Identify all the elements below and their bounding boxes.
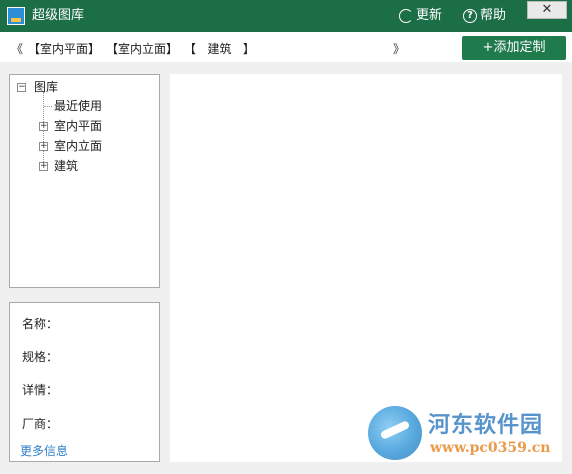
- expand-icon[interactable]: +: [39, 142, 48, 151]
- tree-item-indoor-elevation[interactable]: 室内立面: [54, 139, 102, 153]
- watermark-brand: 河东软件园: [428, 412, 544, 438]
- refresh-button[interactable]: 更新: [399, 7, 442, 25]
- tab-indoor-elevation[interactable]: 【室内立面】: [106, 40, 178, 57]
- vendor-label: 厂商：: [22, 417, 59, 431]
- collapse-icon[interactable]: −: [17, 83, 26, 92]
- library-tree: − 图库 最近使用 + 室内平面 + 室内立面 + 建筑: [9, 74, 160, 288]
- tree-guide-line: [43, 92, 44, 170]
- detail-label: 详情：: [22, 383, 59, 397]
- tree-item-architecture[interactable]: 建筑: [54, 159, 78, 173]
- window-title: 超级图库: [32, 8, 85, 23]
- tree-root[interactable]: 图库: [34, 80, 58, 94]
- tab-indoor-plan[interactable]: 【室内平面】: [28, 40, 100, 57]
- refresh-label: 更新: [416, 8, 443, 23]
- watermark-url: www.pc0359.cn: [430, 440, 551, 456]
- name-label: 名称：: [22, 317, 59, 331]
- help-icon: ?: [463, 9, 477, 23]
- title-bar: 超级图库 更新 ? 帮助 ✕: [0, 0, 572, 32]
- tree-guide-line: [44, 106, 52, 107]
- next-page-button[interactable]: 》: [393, 40, 405, 57]
- add-custom-button[interactable]: +添加定制: [462, 36, 566, 60]
- category-toolbar: 《 【室内平面】 【室内立面】 【 建筑 】 》 +添加定制: [0, 32, 572, 62]
- watermark: 河东软件园 www.pc0359.cn: [368, 403, 568, 463]
- more-info-link[interactable]: 更多信息: [20, 442, 68, 459]
- expand-icon[interactable]: +: [39, 162, 48, 171]
- help-button[interactable]: ? 帮助: [463, 7, 506, 25]
- tab-architecture[interactable]: 【 建筑 】: [184, 40, 255, 57]
- tree-item-recent[interactable]: 最近使用: [54, 99, 102, 113]
- refresh-icon: [399, 9, 413, 23]
- prev-page-button[interactable]: 《: [11, 40, 23, 57]
- close-button[interactable]: ✕: [527, 1, 567, 19]
- watermark-logo-icon: [368, 406, 422, 460]
- spec-label: 规格：: [22, 350, 59, 364]
- item-info-panel: 名称： 规格： 详情： 厂商： 更多信息: [9, 302, 160, 462]
- category-tabs: 【室内平面】 【室内立面】 【 建筑 】: [28, 40, 255, 57]
- tree-item-indoor-plan[interactable]: 室内平面: [54, 119, 102, 133]
- app-logo-icon: [7, 7, 25, 25]
- expand-icon[interactable]: +: [39, 122, 48, 131]
- help-label: 帮助: [480, 8, 507, 23]
